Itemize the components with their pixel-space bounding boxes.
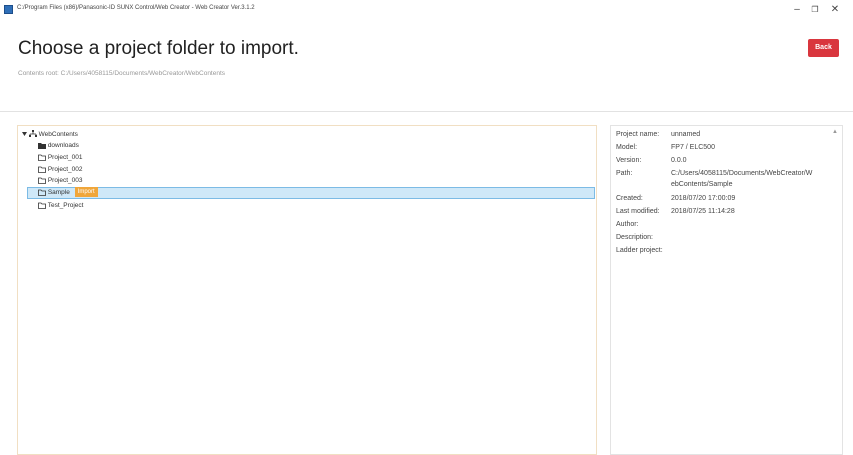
folder-icon — [38, 202, 46, 209]
path-value-line1: C:/Users/4058115/Documents/WebCreator/W — [671, 170, 813, 177]
page-title: Choose a project folder to import. — [18, 38, 299, 59]
window-title: C:/Program Files (x86)/Panasonic-ID SUNX… — [17, 5, 255, 11]
folder-filled-icon — [38, 142, 46, 149]
last-modified-label: Last modified: — [616, 208, 660, 215]
close-button[interactable]: ✕ — [828, 3, 842, 17]
header-divider — [0, 111, 853, 112]
tree-item-test-project[interactable]: Test_Project — [38, 200, 83, 211]
created-label: Created: — [616, 195, 643, 202]
scroll-up-arrow-icon[interactable]: ▲ — [832, 129, 838, 135]
tree-item-label: Project_002 — [47, 166, 83, 173]
folder-icon — [38, 166, 46, 173]
ladder-project-label: Ladder project: — [616, 247, 663, 254]
version-label: Version: — [616, 157, 642, 164]
tree-item-label: Project_003 — [47, 177, 83, 184]
model-label: Model: — [616, 144, 638, 151]
author-label: Author: — [616, 221, 639, 228]
path-label: Path: — [616, 170, 633, 177]
tree-item-project-002[interactable]: Project_002 — [38, 164, 83, 175]
folder-icon — [38, 177, 46, 184]
model-value: FP7 / ELC500 — [671, 144, 715, 151]
folder-tree-panel[interactable] — [17, 125, 597, 455]
path-value-line2: ebContents/Sample — [671, 181, 733, 188]
tree-item-label: Sample — [47, 189, 70, 196]
tree-item-label: Project_001 — [47, 154, 83, 161]
project-name-value: unnamed — [671, 131, 701, 138]
contents-root-path: Contents root: C:/Users/4058115/Document… — [18, 70, 226, 77]
minimize-button[interactable]: – — [790, 3, 804, 17]
tree-root-webcontents[interactable]: WebContents — [22, 129, 78, 140]
tree-item-project-001[interactable]: Project_001 — [38, 152, 83, 163]
tree-item-sample[interactable]: Sample Import — [38, 187, 98, 198]
window-titlebar: C:/Program Files (x86)/Panasonic-ID SUNX… — [0, 0, 853, 20]
tree-root-label: WebContents — [38, 131, 78, 138]
folder-icon — [38, 154, 46, 161]
app-icon — [4, 5, 13, 14]
hierarchy-icon — [28, 130, 37, 138]
created-value: 2018/07/20 17:00:09 — [671, 195, 736, 202]
back-button[interactable]: Back — [808, 39, 839, 57]
description-label: Description: — [616, 234, 653, 241]
tree-item-downloads[interactable]: downloads — [38, 140, 79, 151]
import-button[interactable]: Import — [74, 187, 98, 198]
project-name-label: Project name: — [616, 131, 660, 138]
tree-selection-highlight[interactable] — [27, 187, 595, 199]
tree-item-label: downloads — [47, 142, 79, 149]
tree-item-label: Test_Project — [47, 202, 84, 209]
expand-triangle-icon[interactable] — [22, 131, 27, 137]
tree-item-project-003[interactable]: Project_003 — [38, 175, 83, 186]
maximize-button[interactable]: ❐ — [808, 3, 822, 17]
last-modified-value: 2018/07/25 11:14:28 — [671, 208, 735, 215]
folder-icon — [38, 189, 46, 196]
version-value: 0.0.0 — [671, 157, 687, 164]
